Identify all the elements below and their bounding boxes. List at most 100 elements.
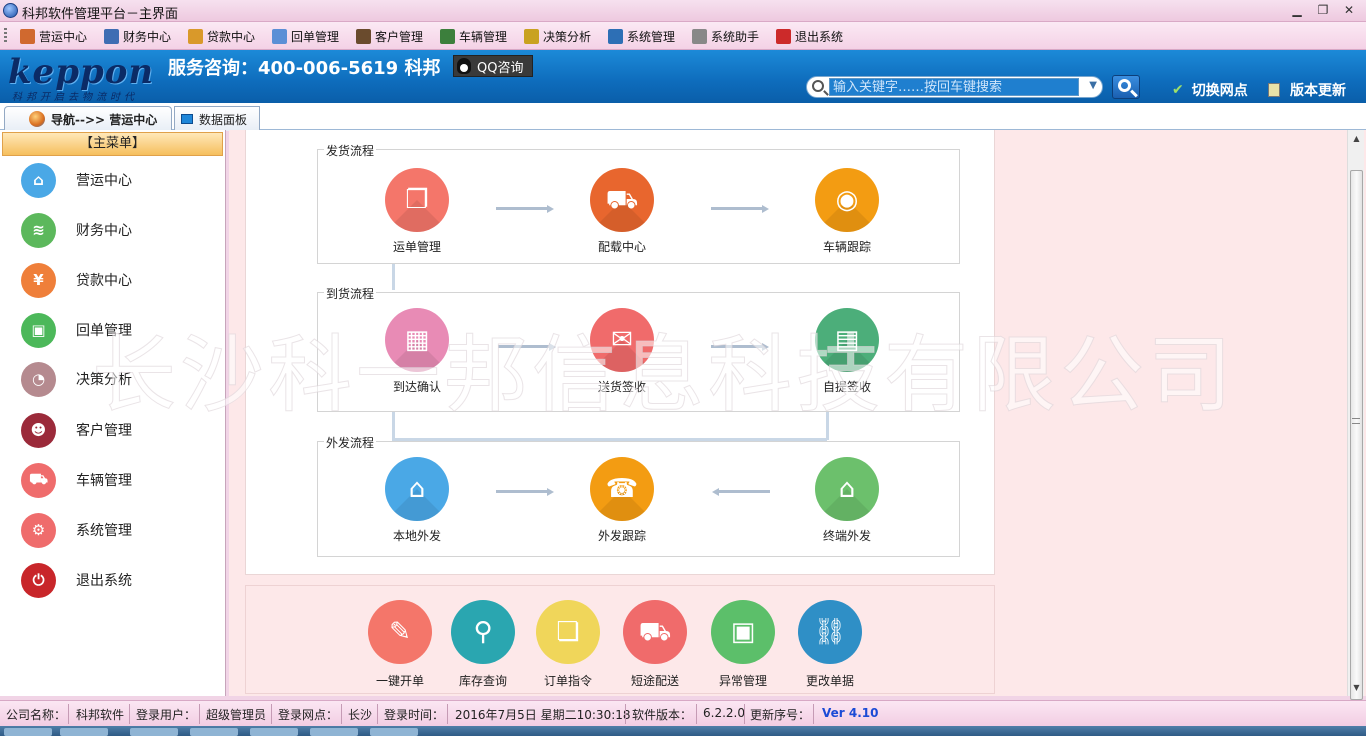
ship-flow-box: 发货流程 ❐ 运单管理 ⛟ 配载中心 ◉ 车辆跟踪	[317, 142, 960, 264]
node-delivery-sign[interactable]: ✉ 送货签收	[572, 308, 672, 395]
link-edit-icon: ⛓	[798, 600, 862, 664]
truck-icon	[440, 28, 455, 44]
terminal-home-icon: ⌂	[815, 457, 879, 521]
search-button[interactable]	[1112, 75, 1140, 99]
status-user-label: 登录用户：	[136, 708, 197, 722]
quick-order-command[interactable]: ❏ 订单指令	[528, 600, 608, 689]
close-button[interactable]: ✕	[1336, 0, 1362, 20]
delivery-van-icon: ⛟	[623, 600, 687, 664]
sidebar-item-system[interactable]: ⚙ 系统管理	[21, 512, 132, 548]
node-local-outsource[interactable]: ⌂ 本地外发	[367, 457, 467, 544]
exit-icon	[776, 28, 791, 44]
menu-item-exit[interactable]: 退出系统	[776, 27, 843, 45]
quick-short-delivery[interactable]: ⛟ 短途配送	[615, 600, 695, 689]
status-site-label: 登录网点：	[278, 708, 339, 722]
node-vehicle-tracking[interactable]: ◉ 车辆跟踪	[797, 168, 897, 255]
sidebar-item-exit[interactable]: ⏻ 退出系统	[21, 562, 132, 598]
money-bag-icon: ¥	[21, 262, 56, 298]
sidebar-item-loan[interactable]: ¥ 贷款中心	[21, 262, 132, 298]
pickup-sign-icon: ▤	[815, 308, 879, 372]
version-update-button[interactable]: 版本更新	[1268, 80, 1346, 100]
search-input[interactable]	[829, 78, 1079, 96]
menu-item-finance[interactable]: 财务中心	[104, 27, 171, 45]
qq-consult-button[interactable]: QQ咨询	[453, 55, 533, 77]
touch-grid-icon: ▦	[385, 308, 449, 372]
sidebar-item-customer[interactable]: ☻ 客户管理	[21, 412, 132, 448]
node-outsource-tracking[interactable]: ☎ 外发跟踪	[572, 457, 672, 544]
home-icon: ⌂	[21, 162, 56, 198]
tab-dashboard[interactable]: 数据面板	[174, 106, 260, 131]
taskbar-app[interactable]	[250, 728, 298, 736]
taskbar-app[interactable]	[310, 728, 358, 736]
arrow-right-icon	[498, 343, 556, 351]
scroll-up-icon[interactable]: ▲	[1348, 130, 1365, 147]
delivery-truck-icon: ⛟	[590, 168, 654, 232]
switch-site-button[interactable]: ✔ 切换网点	[1172, 80, 1248, 100]
note-icon	[1268, 83, 1280, 97]
sidebar-item-operations[interactable]: ⌂ 营运中心	[21, 162, 132, 198]
menu-item-operations[interactable]: 营运中心	[20, 27, 87, 45]
receipt-icon	[272, 28, 287, 44]
status-company-label: 公司名称：	[6, 708, 67, 722]
node-pickup-sign[interactable]: ▤ 自提签收	[797, 308, 897, 395]
taskbar-app[interactable]	[60, 728, 108, 736]
vertical-scrollbar[interactable]: ▲ ▼	[1347, 130, 1365, 700]
flow-connector	[392, 260, 395, 290]
search-icon	[812, 80, 824, 92]
menu-item-system[interactable]: 系统管理	[608, 27, 675, 45]
taskbar-start[interactable]	[4, 728, 52, 736]
quick-change-document[interactable]: ⛓ 更改单据	[790, 600, 870, 689]
menu-item-assistant[interactable]: 系统助手	[692, 27, 759, 45]
node-arrival-confirm[interactable]: ▦ 到达确认	[367, 308, 467, 395]
workflow-panel: 发货流程 ❐ 运单管理 ⛟ 配载中心 ◉ 车辆跟踪 到货流程 ▦ 到达确认 ✉ …	[245, 130, 995, 575]
status-time-label: 登录时间：	[384, 708, 445, 722]
box-icon: ▣	[21, 312, 56, 348]
arrow-right-icon	[711, 343, 769, 351]
sidebar-item-vehicle[interactable]: ⛟ 车辆管理	[21, 462, 132, 498]
finance-chart-icon	[104, 28, 119, 44]
check-icon: ✔	[1172, 82, 1184, 98]
sidebar: 【主菜单】 ⌂ 营运中心 ≋ 财务中心 ¥ 贷款中心 ▣ 回单管理 ◔ 决策分析 ☻ 客户管…	[0, 130, 226, 696]
minimize-button[interactable]: ▁	[1284, 0, 1310, 20]
arrow-right-icon	[496, 205, 554, 213]
sidebar-item-finance[interactable]: ≋ 财务中心	[21, 212, 132, 248]
tab-navigation[interactable]: 导航-->> 营运中心	[4, 106, 172, 131]
scroll-down-icon[interactable]: ▼	[1348, 679, 1365, 696]
taskbar-app[interactable]	[370, 728, 418, 736]
status-version: 6.2.2.0	[703, 706, 745, 720]
toolbar-grip[interactable]	[4, 28, 7, 44]
tab-strip: 导航-->> 营运中心 数据面板	[0, 103, 1366, 131]
restore-button[interactable]: ❐	[1310, 0, 1336, 20]
magnifier-icon	[1118, 79, 1131, 92]
quick-one-click-order[interactable]: ✎ 一键开单	[360, 600, 440, 689]
ship-flow-title: 发货流程	[324, 142, 377, 159]
os-taskbar	[0, 726, 1366, 736]
sign-receipt-icon: ✉	[590, 308, 654, 372]
menu-item-customer[interactable]: 客户管理	[356, 27, 423, 45]
quick-actions-panel: ✎ 一键开单 ⚲ 库存查询 ❏ 订单指令 ⛟ 短途配送 ▣ 异常管理 ⛓ 更改单据	[245, 585, 995, 694]
arrow-left-icon	[712, 488, 770, 496]
chevron-down-icon[interactable]: ▼	[1089, 80, 1097, 91]
assistant-icon	[692, 28, 707, 44]
taskbar-app[interactable]	[130, 728, 178, 736]
gear-icon: ⚙	[21, 512, 56, 548]
menu-item-loan[interactable]: 贷款中心	[188, 27, 255, 45]
analysis-icon	[524, 28, 539, 44]
arrow-right-icon	[711, 205, 769, 213]
quick-exception-mgmt[interactable]: ▣ 异常管理	[703, 600, 783, 689]
menu-item-vehicle[interactable]: 车辆管理	[440, 27, 507, 45]
phone-track-icon: ☎	[590, 457, 654, 521]
scroll-thumb[interactable]	[1350, 170, 1363, 700]
quick-stock-query[interactable]: ⚲ 库存查询	[443, 600, 523, 689]
status-serial: Ver 4.10	[822, 706, 879, 720]
sidebar-item-analysis[interactable]: ◔ 决策分析	[21, 361, 132, 397]
node-loading-center[interactable]: ⛟ 配载中心	[572, 168, 672, 255]
menu-item-receipt[interactable]: 回单管理	[272, 27, 339, 45]
sidebar-item-receipt[interactable]: ▣ 回单管理	[21, 312, 132, 348]
node-waybill[interactable]: ❐ 运单管理	[367, 168, 467, 255]
truck-icon: ⛟	[21, 462, 56, 498]
node-terminal-outsource[interactable]: ⌂ 终端外发	[797, 457, 897, 544]
taskbar-app[interactable]	[190, 728, 238, 736]
menu-item-analysis[interactable]: 决策分析	[524, 27, 591, 45]
menu-bar: 营运中心 财务中心 贷款中心 回单管理 客户管理 车辆管理 决策分析 系统管理 …	[0, 22, 1366, 50]
